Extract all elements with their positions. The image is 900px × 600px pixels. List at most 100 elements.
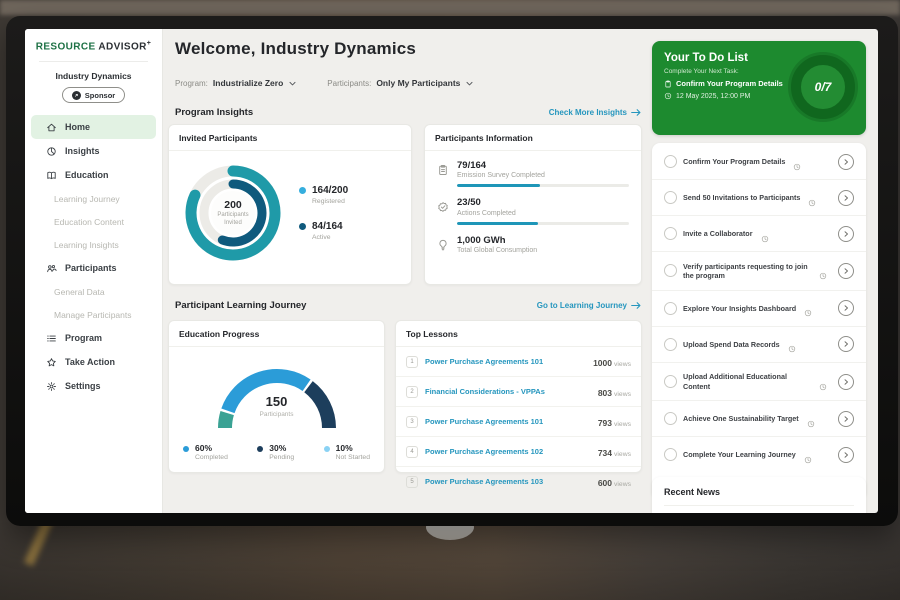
sponsor-badge[interactable]: Sponsor [62,87,125,103]
sidebar-item-settings[interactable]: Settings [31,374,156,398]
lesson-link[interactable]: Financial Considerations - VPPAs [425,387,591,396]
clock-icon [664,92,672,100]
lesson-link[interactable]: Power Purchase Agreements 101 [425,357,586,366]
lesson-row-power-purchase-agreements-102: 4 Power Purchase Agreements 102 734views [396,437,641,467]
chevron-right-icon [842,415,850,423]
filter-dropdown-program[interactable]: Program: Industrialize Zero [175,78,297,88]
go-to-learning-journey-link[interactable]: Go to Learning Journey [537,301,642,310]
lesson-row-power-purchase-agreements-101: 1 Power Purchase Agreements 101 1000view… [396,347,641,377]
todo-progress-ring: 0/7 [791,55,855,119]
lesson-views: 600 [598,478,612,488]
lesson-link[interactable]: Power Purchase Agreements 102 [425,447,591,456]
filter-dropdown-participants[interactable]: Participants: Only My Participants [327,78,474,88]
filter-value: Industrialize Zero [213,78,283,88]
education-progress-card: Education Progress 150 Participants 60% … [168,320,385,473]
task-checkbox[interactable] [664,227,677,240]
sidebar-item-take-action[interactable]: Take Action [31,350,156,374]
participants-information-card: Participants Information 79/164 Emission… [424,124,642,285]
gauge-center-label: 150 Participants [202,394,352,419]
todo-task-list: Confirm Your Program Details Send 50 Inv… [652,144,866,472]
task-open-button[interactable] [838,374,854,390]
sidebar-item-manage-participants[interactable]: Manage Participants [31,303,156,326]
sidebar-item-insights[interactable]: Insights [31,139,156,163]
chevron-right-icon [842,230,850,238]
task-clock-icon [761,230,769,238]
dashboard-screen: RESOURCE ADVISOR+ Industry Dynamics Spon… [25,29,878,513]
sidebar-item-education-content[interactable]: Education Content [31,210,156,233]
participants-icon [46,263,57,274]
legend-item-pending: 30% Pending [257,444,294,461]
sidebar: RESOURCE ADVISOR+ Industry Dynamics Spon… [25,29,163,513]
sidebar-divider [39,61,148,62]
sidebar-nav: Home Insights Education Learning [25,115,162,398]
filter-bar: Program: Industrialize Zero Participants… [175,78,474,88]
card-title: Top Lessons [396,321,641,347]
lesson-rank: 2 [406,386,418,398]
program-icon [46,333,57,344]
task-clock-icon [804,304,812,312]
recent-news-heading: Recent News [664,487,854,506]
todo-next-due: 12 May 2025, 12:00 PM [676,93,750,100]
lesson-views: 793 [598,418,612,428]
task-open-button[interactable] [838,226,854,242]
education-icon [46,170,57,181]
section-heading: Participant Learning Journey [175,300,306,311]
lesson-rank: 1 [406,356,418,368]
program-insights-header: Program Insights Check More Insights [175,107,642,118]
task-open-button[interactable] [838,154,854,170]
sidebar-item-learning-insights[interactable]: Learning Insights [31,233,156,256]
task-checkbox[interactable] [664,338,677,351]
task-checkbox[interactable] [664,375,677,388]
task-open-button[interactable] [838,300,854,316]
task-open-button[interactable] [838,263,854,279]
sidebar-item-participants[interactable]: Participants [31,256,156,280]
todo-task-achieve-one-sustainability-target: Achieve One Sustainability Target [652,401,866,437]
monitor: RESOURCE ADVISOR+ Industry Dynamics Spon… [6,16,898,526]
check-more-insights-link[interactable]: Check More Insights [549,108,642,117]
sidebar-item-education[interactable]: Education [31,163,156,187]
task-open-button[interactable] [838,190,854,206]
lesson-link[interactable]: Power Purchase Agreements 103 [425,477,591,486]
legend-item-active: 84/164 Active [299,221,348,241]
check-badge-icon [437,200,449,212]
legend-item-completed: 60% Completed [183,444,228,461]
todo-summary-card: Your To Do List Complete Your Next Task:… [652,41,866,135]
sidebar-item-program[interactable]: Program [31,326,156,350]
task-checkbox[interactable] [664,191,677,204]
lesson-rank: 4 [406,446,418,458]
top-lessons-list: 1 Power Purchase Agreements 101 1000view… [396,347,641,496]
survey-icon [437,163,449,175]
todo-counter: 0/7 [815,80,832,94]
lesson-link[interactable]: Power Purchase Agreements 101 [425,417,591,426]
legend-item-registered: 164/200 Registered [299,185,348,205]
settings-icon [46,381,57,392]
filter-label: Program: [175,79,208,88]
task-checkbox[interactable] [664,302,677,315]
chevron-right-icon [842,194,850,202]
chevron-right-icon [842,267,850,275]
invited-legend: 164/200 Registered 84/164 Active [299,185,348,241]
lesson-rank: 3 [406,416,418,428]
filter-label: Participants: [327,79,371,88]
task-checkbox[interactable] [664,264,677,277]
lesson-views: 734 [598,448,612,458]
sidebar-item-general-data[interactable]: General Data [31,280,156,303]
task-open-button[interactable] [838,447,854,463]
todo-task-send-50-invitations-to-participants: Send 50 Invitations to Participants [652,180,866,216]
task-clock-icon [808,194,816,202]
task-checkbox[interactable] [664,412,677,425]
task-open-button[interactable] [838,336,854,352]
sidebar-item-home[interactable]: Home [31,115,156,139]
legend-dot [299,223,306,230]
task-checkbox[interactable] [664,155,677,168]
progress-track [457,222,629,225]
bulb-icon [437,238,449,250]
task-open-button[interactable] [838,411,854,427]
legend-dot [299,187,306,194]
chevron-right-icon [842,158,850,166]
invited-donut-chart: 200 Participants Invited [181,161,285,265]
card-title: Invited Participants [169,125,411,151]
task-checkbox[interactable] [664,448,677,461]
sidebar-item-learning-journey[interactable]: Learning Journey [31,187,156,210]
education-legend: 60% Completed 30% Pending [169,444,384,461]
